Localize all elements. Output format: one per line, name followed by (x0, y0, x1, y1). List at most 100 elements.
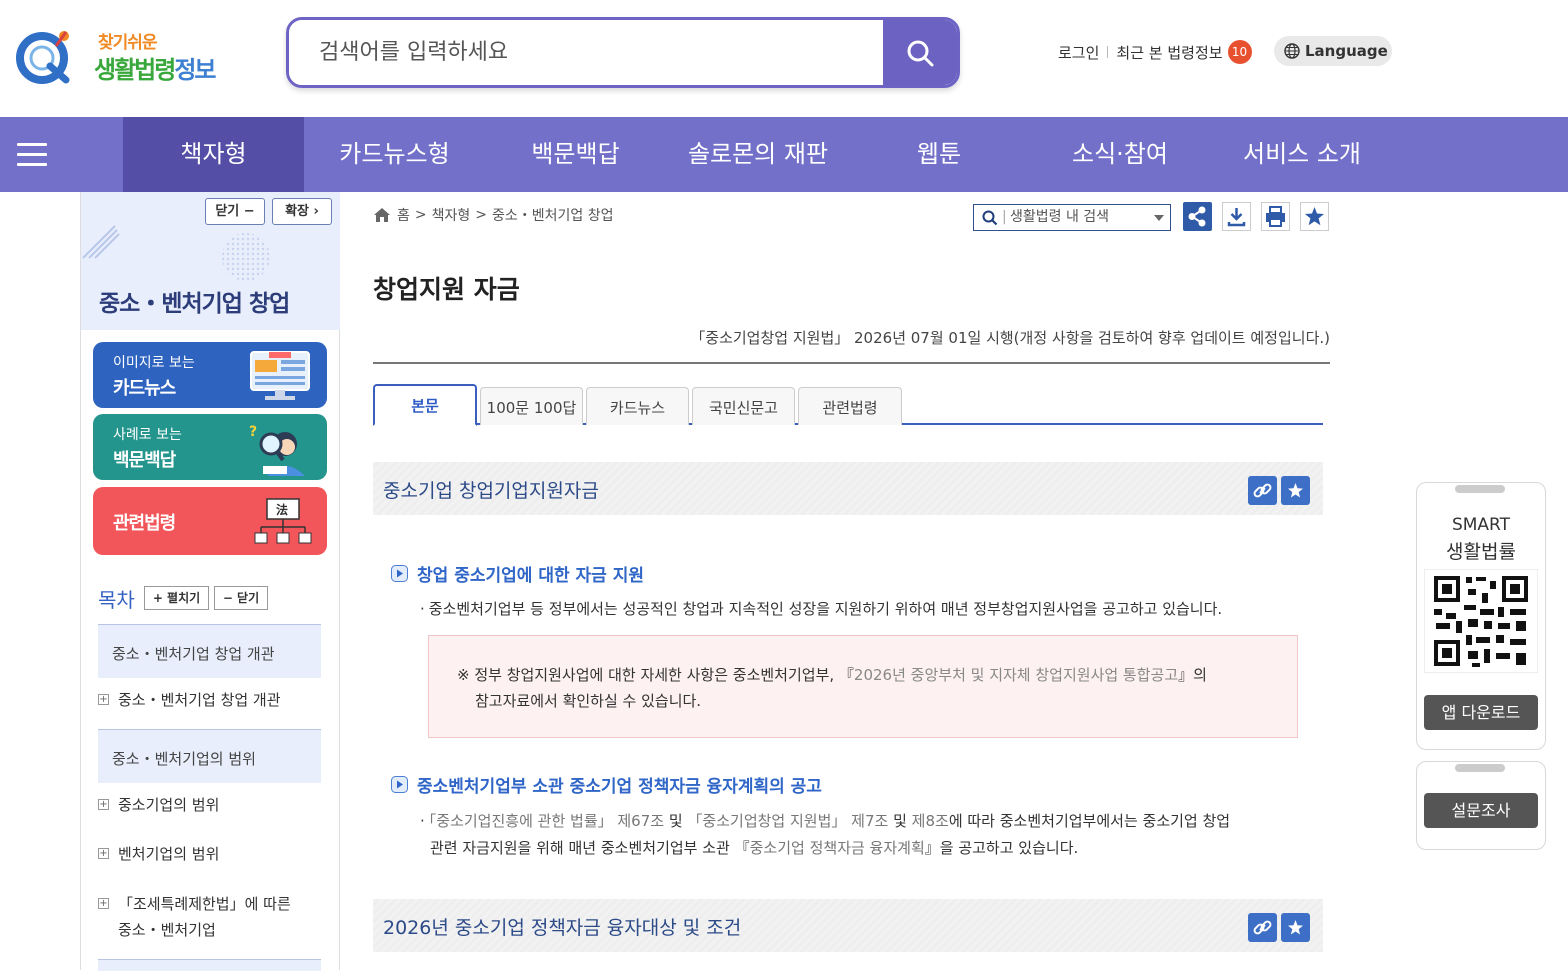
divider (1107, 46, 1109, 58)
sidebar-expand-button[interactable]: 확장 › (272, 198, 332, 225)
widget-handle (1455, 764, 1505, 772)
toc-section[interactable]: 중소・벤처기업의 범위 (98, 729, 321, 783)
nav-item-solomon[interactable]: 솔로몬의 재판 (666, 117, 850, 192)
sidebar-title: 중소・벤처기업 창업 (99, 291, 290, 317)
sidebar-close-button[interactable]: 닫기 − (205, 198, 265, 225)
plan-link[interactable]: 중소기업 정책자금 융자계획 (750, 839, 925, 857)
search-button[interactable] (883, 20, 957, 85)
tab-body[interactable]: 본문 (373, 384, 477, 426)
breadcrumb-home[interactable]: 홈 (397, 205, 410, 225)
hamburger-menu-icon[interactable] (17, 143, 47, 167)
play-bullet-icon (391, 565, 408, 582)
app-widget: SMART 생활법률 앱 다운로드 (1416, 482, 1546, 750)
link-button[interactable] (1248, 913, 1277, 942)
search-icon (982, 210, 998, 226)
toc-item[interactable]: + 중소・벤처기업 창업 개관 (98, 687, 321, 713)
utility-links: 로그인 최근 본 법령정보 10 (1058, 38, 1252, 66)
plus-icon: + (98, 694, 109, 705)
site-logo[interactable]: 찾기쉬운 생활법령정보 (14, 24, 224, 88)
share-button[interactable] (1183, 202, 1212, 231)
related-laws-card[interactable]: 관련법령 法 (93, 487, 327, 555)
svg-text:?: ? (249, 424, 257, 440)
qna-card[interactable]: 사례로 보는 백문백답 ? (93, 414, 327, 480)
breadcrumb-level2[interactable]: 중소・벤처기업 창업 (492, 205, 614, 225)
survey-button[interactable]: 설문조사 (1424, 793, 1538, 828)
app-title-line2: 생활법률 (1446, 541, 1516, 563)
magnifier-person-icon: ? (249, 424, 305, 476)
law-link[interactable]: 「중소기업진흥에 관한 법률」 제67조 (429, 812, 664, 830)
toc-expand-button[interactable]: + 펼치기 (144, 586, 209, 610)
star-icon (1288, 920, 1303, 935)
toc-item[interactable]: + 중소기업의 범위 (98, 792, 321, 818)
title-divider (373, 362, 1330, 364)
logo-mark-icon (16, 31, 70, 84)
link-icon (1253, 920, 1272, 935)
nav-item-webtoon[interactable]: 웹툰 (850, 117, 1028, 192)
tab-petition[interactable]: 국민신문고 (692, 387, 795, 425)
breadcrumb-level1[interactable]: 책자형 (432, 205, 471, 225)
toc-section[interactable] (98, 959, 321, 971)
bookmark-button[interactable] (1281, 913, 1310, 942)
decor-stripes-icon (82, 225, 120, 259)
plus-icon: + (98, 848, 109, 859)
printer-icon (1266, 206, 1285, 227)
section-header: 중소기업 창업기업지원자금 (373, 462, 1323, 515)
section-title: 2026년 중소기업 정책자금 융자대상 및 조건 (383, 917, 742, 939)
content-tabs: 본문 100문 100답 카드뉴스 국민신문고 관련법령 (373, 384, 1323, 426)
main-nav: 책자형 카드뉴스형 백문백답 솔로몬의 재판 웹툰 소식·참여 서비스 소개 (0, 117, 1568, 192)
nav-item-qna[interactable]: 백문백답 (485, 117, 666, 192)
toc-item[interactable]: + 「조세특례제한법」에 따른 중소・벤처기업 (98, 891, 298, 943)
breadcrumb: 홈 > 책자형 > 중소・벤처기업 창업 (373, 205, 614, 225)
card-title: 관련법령 (113, 513, 176, 534)
nav-item-cardnews[interactable]: 카드뉴스형 (304, 117, 485, 192)
subheading: 창업 중소기업에 대한 자금 지원 (391, 561, 644, 586)
cardnews-card[interactable]: 이미지로 보는 카드뉴스 (93, 342, 327, 408)
toc-collapse-button[interactable]: − 닫기 (214, 586, 268, 610)
subheading: 중소벤처기업부 소관 중소기업 정책자금 융자계획의 공고 (391, 772, 822, 797)
tab-100qna[interactable]: 100문 100답 (480, 387, 583, 425)
print-button[interactable] (1261, 202, 1290, 231)
bookmark-button[interactable] (1281, 476, 1310, 505)
breadcrumb-separator: > (475, 207, 487, 223)
law-hierarchy-icon: 法 (254, 498, 312, 544)
plus-icon: + (98, 799, 109, 810)
search-input[interactable] (289, 20, 885, 85)
recent-count-badge: 10 (1227, 40, 1252, 64)
link-icon (1253, 483, 1272, 498)
app-title-line1: SMART (1451, 515, 1511, 535)
nav-item-service[interactable]: 서비스 소개 (1212, 117, 1392, 192)
home-icon[interactable] (373, 207, 391, 223)
card-caption: 사례로 보는 (113, 427, 182, 443)
plus-icon: + (98, 898, 109, 909)
bookmark-button[interactable] (1300, 202, 1329, 231)
login-link[interactable]: 로그인 (1058, 42, 1099, 63)
inner-search-placeholder: 생활법령 내 검색 (1010, 209, 1110, 225)
law-link[interactable]: 「중소기업창업 지원법」 제7조 (687, 812, 888, 830)
paragraph: · 「중소기업진흥에 관한 법률」 제67조 및 「중소기업창업 지원법」 제7조… (420, 812, 1231, 857)
section-header: 2026년 중소기업 정책자금 융자대상 및 조건 (373, 899, 1323, 952)
nav-item-news[interactable]: 소식·참여 (1028, 117, 1212, 192)
main-search (286, 17, 960, 88)
toc-section[interactable]: 중소・벤처기업 창업 개관 (98, 624, 321, 678)
inner-search-select[interactable]: | 생활법령 내 검색 (973, 204, 1171, 231)
tab-related-laws[interactable]: 관련법령 (798, 387, 902, 425)
sidebar-header: 닫기 − 확장 › 중소・벤처기업 창업 (81, 192, 340, 330)
survey-widget: 설문조사 (1416, 761, 1546, 850)
app-download-button[interactable]: 앱 다운로드 (1424, 695, 1538, 730)
law-link[interactable]: 제8조 (912, 812, 949, 830)
link-button[interactable] (1248, 476, 1277, 505)
star-icon (1305, 207, 1324, 226)
card-caption: 이미지로 보는 (113, 355, 195, 371)
tab-cardnews[interactable]: 카드뉴스 (586, 387, 689, 425)
sidebar: 닫기 − 확장 › 중소・벤처기업 창업 이미지로 보는 카드뉴스 사례로 보는… (80, 192, 340, 971)
nav-item-book[interactable]: 책자형 (123, 117, 304, 192)
download-icon (1227, 208, 1246, 227)
notice-link[interactable]: 2026년 중앙부처 및 지자체 창업지원사업 통합공고 (854, 666, 1178, 684)
language-label: Language (1305, 42, 1388, 60)
section-title: 중소기업 창업기업지원자금 (383, 480, 599, 502)
download-button[interactable] (1222, 202, 1251, 231)
logo-title: 생활법령정보 (94, 56, 217, 84)
recent-laws-link[interactable]: 최근 본 법령정보 (1116, 42, 1222, 63)
language-button[interactable]: Language (1274, 36, 1392, 66)
toc-item[interactable]: + 벤처기업의 범위 (98, 841, 321, 867)
